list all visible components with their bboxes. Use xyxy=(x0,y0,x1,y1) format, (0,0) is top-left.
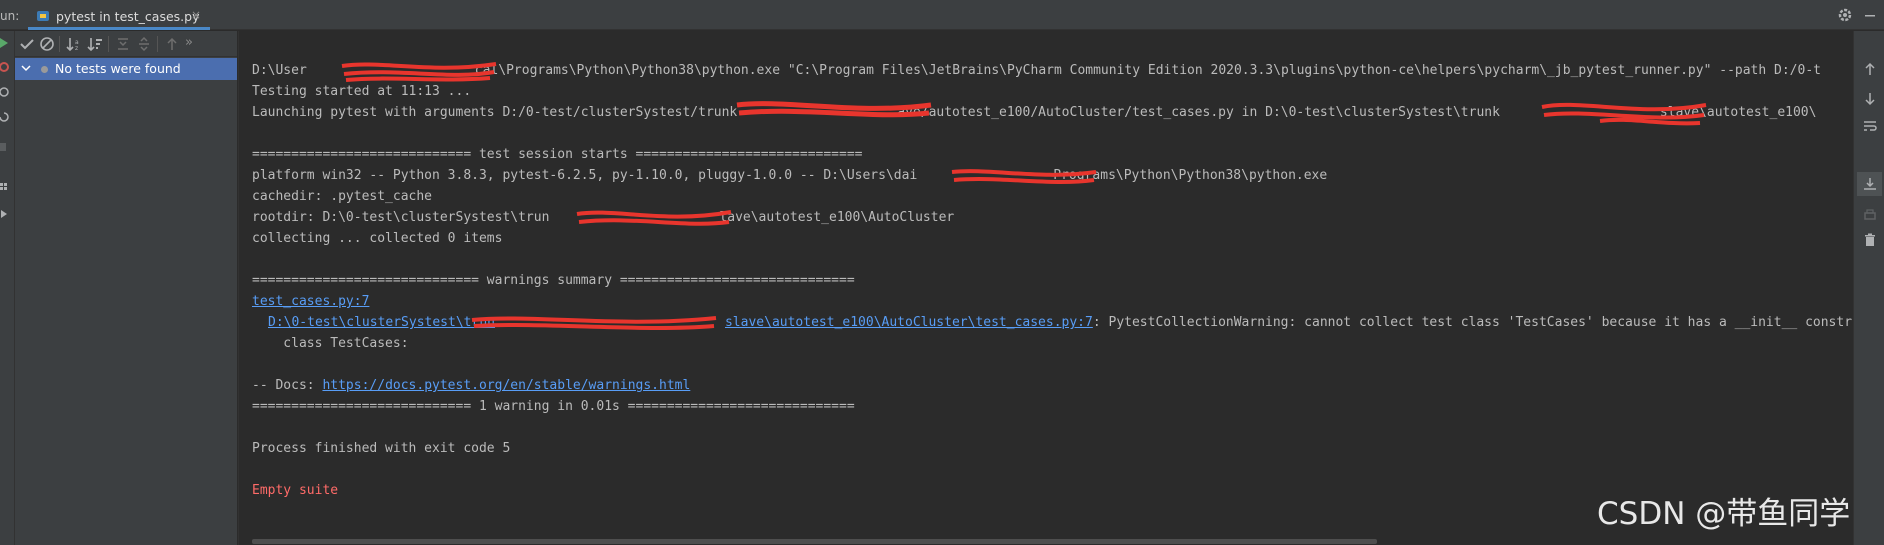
console-line: Testing started at 11:13 ... xyxy=(252,84,472,99)
toggle-auto-test-icon[interactable] xyxy=(0,86,12,98)
up-arrow-icon[interactable] xyxy=(164,36,180,52)
console-line: ============================ test sessio… xyxy=(252,147,863,162)
run-label: un: xyxy=(0,9,20,23)
close-icon[interactable]: × xyxy=(191,8,201,22)
console-side-toolbar xyxy=(1853,31,1884,545)
toolbar-separator xyxy=(59,36,60,52)
console-line: collecting ... collected 0 items xyxy=(252,231,503,246)
warning-location-link[interactable]: test_cases.py:7 xyxy=(252,293,369,311)
console-line: ============================ 1 warning i… xyxy=(252,399,855,414)
redaction-scribble xyxy=(576,210,732,226)
print-icon[interactable] xyxy=(1862,207,1878,223)
gear-icon[interactable] xyxy=(1837,7,1853,23)
docs-link[interactable]: https://docs.pytest.org/en/stable/warnin… xyxy=(322,378,690,393)
more-icon[interactable]: » xyxy=(185,35,193,50)
soft-wrap-icon[interactable] xyxy=(1862,118,1878,134)
sort-alpha-icon[interactable]: az xyxy=(66,36,82,52)
arrow-down-icon[interactable] xyxy=(1862,91,1878,107)
rerun-failed-icon[interactable] xyxy=(0,61,12,73)
minimize-icon[interactable] xyxy=(1862,7,1878,23)
console-line: -- Docs: https://docs.pytest.org/en/stab… xyxy=(252,378,691,393)
check-icon[interactable] xyxy=(19,36,35,52)
stop-icon[interactable] xyxy=(0,141,12,153)
tree-item-label: No tests were found xyxy=(55,61,181,76)
sort-duration-icon[interactable] xyxy=(87,36,103,52)
run-tool-window-header: un: pytest in test_cases.py × xyxy=(0,0,1884,30)
redaction-scribble xyxy=(471,316,717,330)
pin-icon[interactable] xyxy=(0,208,12,220)
redaction-scribble xyxy=(1541,102,1707,126)
layout-icon[interactable] xyxy=(0,181,12,193)
trash-icon[interactable] xyxy=(1862,232,1878,248)
expand-all-icon[interactable] xyxy=(115,36,131,52)
tree-item-no-tests[interactable]: No tests were found xyxy=(15,58,237,80)
console-line: ============================= warnings s… xyxy=(252,273,855,288)
toolbar-separator xyxy=(108,36,109,52)
empty-suite-message: Empty suite xyxy=(252,483,339,498)
console-line: cachedir: .pytest_cache xyxy=(252,189,433,204)
rerun-icon[interactable] xyxy=(0,37,12,49)
redaction-scribble xyxy=(341,62,497,82)
horizontal-scrollbar[interactable] xyxy=(252,539,1377,544)
tab-pytest-in-test-cases[interactable]: pytest in test_cases.py × xyxy=(28,4,210,30)
arrow-up-icon[interactable] xyxy=(1862,61,1878,77)
status-dot-icon xyxy=(41,66,48,73)
chevron-down-icon[interactable] xyxy=(21,63,31,73)
toolbar-separator xyxy=(157,36,158,52)
test-tree-toolbar: az » xyxy=(15,31,237,57)
pytest-icon xyxy=(37,11,49,21)
scroll-to-end-icon[interactable] xyxy=(1862,176,1878,192)
csdn-watermark: CSDN @带鱼同学 xyxy=(1597,496,1851,532)
redaction-scribble xyxy=(951,169,1097,184)
console-line: Process finished with exit code 5 xyxy=(252,441,511,456)
run-side-toolbar xyxy=(0,31,15,545)
console-line: platform win32 -- Python 3.8.3, pytest-6… xyxy=(252,168,1328,183)
svg-text:z: z xyxy=(75,45,78,52)
restore-icon[interactable] xyxy=(0,111,12,123)
tab-label: pytest in test_cases.py xyxy=(56,9,200,24)
console-line: class TestCases: xyxy=(252,336,409,351)
test-tree-panel: az » No tests were found xyxy=(15,31,237,545)
redaction-scribble xyxy=(736,101,932,118)
stop-icon[interactable] xyxy=(39,36,55,52)
collapse-all-icon[interactable] xyxy=(136,36,152,52)
